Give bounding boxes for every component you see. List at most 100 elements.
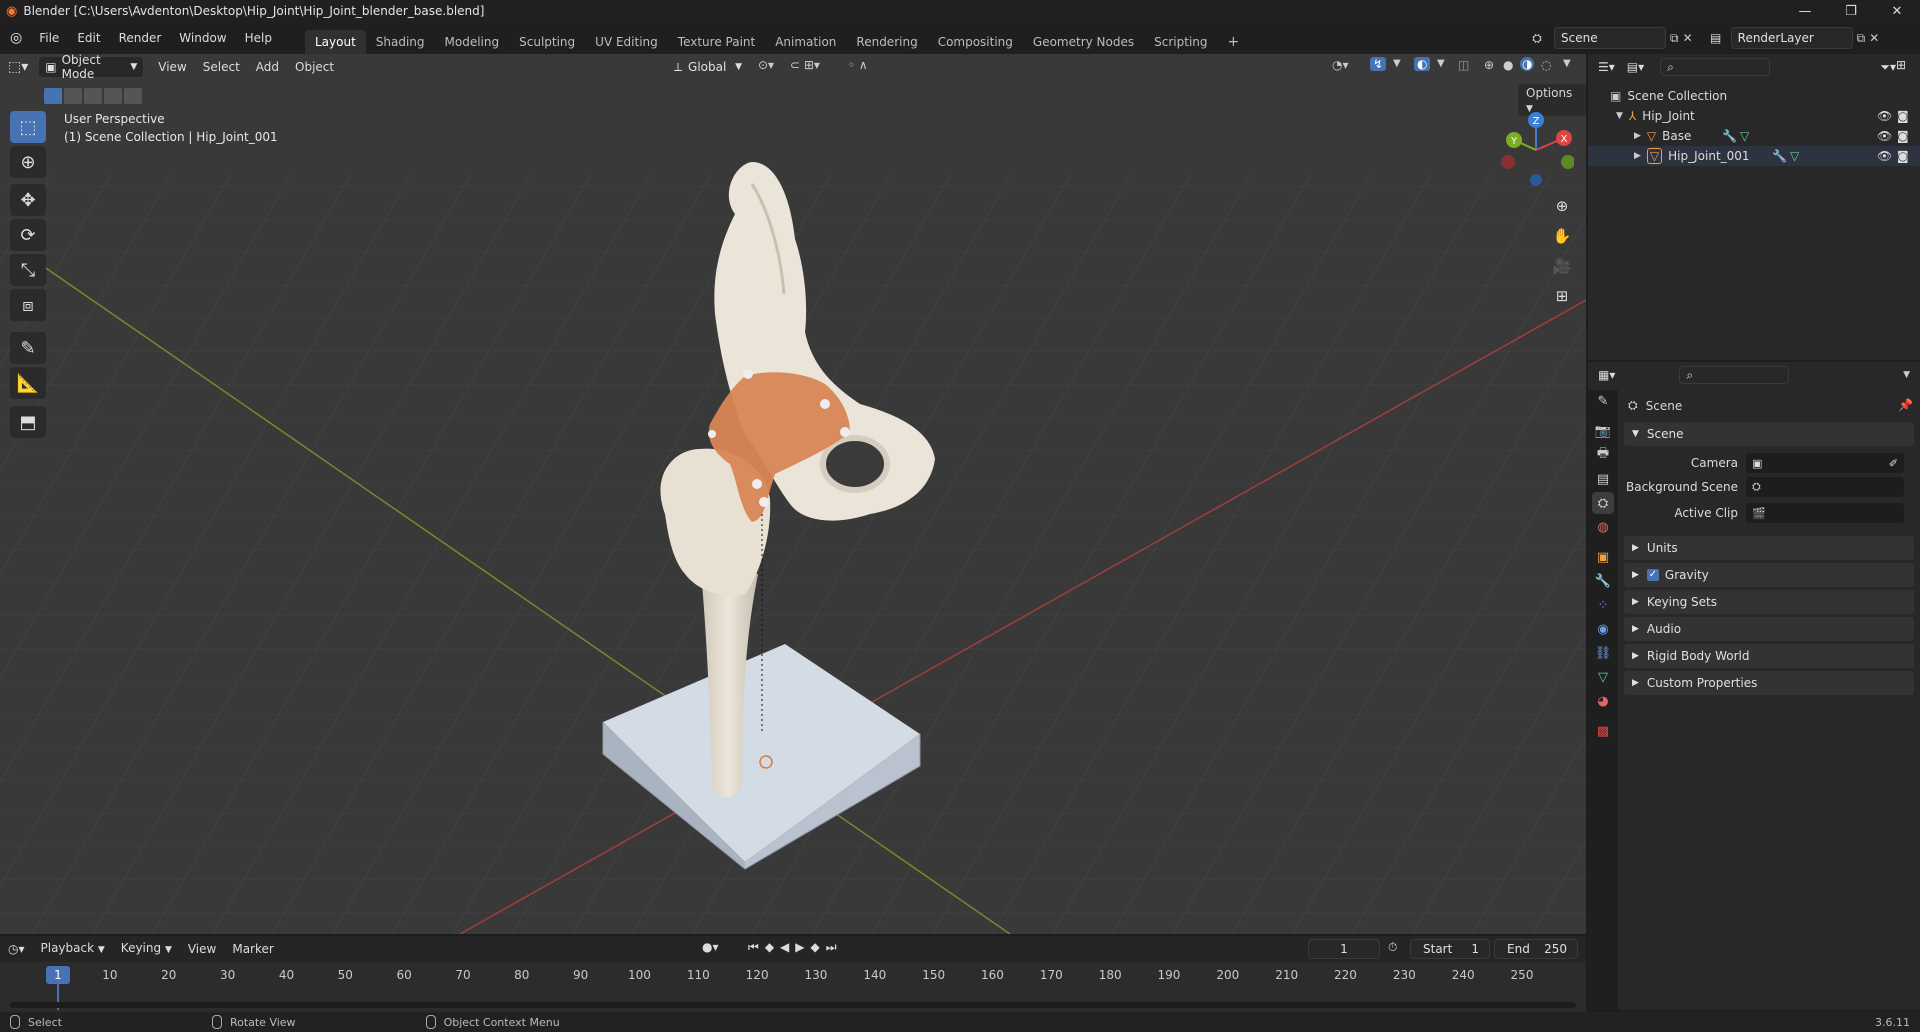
- wireframe-shading-icon[interactable]: ⊕: [1484, 58, 1494, 72]
- menu-add[interactable]: Add: [248, 54, 287, 80]
- tab-compositing[interactable]: Compositing: [928, 30, 1023, 54]
- outliner-editor-icon[interactable]: ☰▾: [1598, 60, 1615, 74]
- tab-sculpting[interactable]: Sculpting: [509, 30, 585, 54]
- current-frame-field[interactable]: 1: [1308, 939, 1380, 959]
- select-intersect-icon[interactable]: [124, 88, 142, 104]
- scene-icon[interactable]: ⛭: [1524, 31, 1550, 46]
- menu-edit[interactable]: Edit: [68, 22, 109, 54]
- close-button[interactable]: ✕: [1874, 0, 1920, 22]
- visibility-eye-icon[interactable]: 👁: [1877, 149, 1892, 163]
- snap-icon[interactable]: ⊂ ⊞▾: [790, 58, 820, 72]
- rendered-shading-icon[interactable]: ◌: [1541, 58, 1551, 72]
- rigid-body-world-panel-header[interactable]: ▶ Rigid Body World: [1624, 644, 1914, 668]
- render-tab-icon[interactable]: 📷: [1592, 420, 1614, 442]
- eyedropper-icon[interactable]: ✐: [1889, 457, 1898, 470]
- restore-button[interactable]: ❐: [1828, 0, 1874, 22]
- object-tab-icon[interactable]: ▣: [1592, 546, 1614, 568]
- tab-rendering[interactable]: Rendering: [846, 30, 927, 54]
- material-preview-icon[interactable]: ◑: [1520, 57, 1535, 71]
- particles-tab-icon[interactable]: ⁘: [1592, 594, 1614, 616]
- visibility-icon[interactable]: ◔▾: [1332, 58, 1349, 72]
- delete-view-layer-icon[interactable]: ✕: [1869, 31, 1879, 45]
- menu-object[interactable]: Object: [287, 54, 342, 80]
- texture-tab-icon[interactable]: ▩: [1592, 720, 1614, 742]
- scene-panel-header[interactable]: ▼ Scene: [1624, 422, 1914, 446]
- keying-sets-panel-header[interactable]: ▶ Keying Sets: [1624, 590, 1914, 614]
- menu-marker[interactable]: Marker: [224, 936, 281, 962]
- custom-properties-panel-header[interactable]: ▶ Custom Properties: [1624, 671, 1914, 695]
- scene-name-field[interactable]: Scene: [1554, 27, 1666, 49]
- new-collection-icon[interactable]: ⊞: [1896, 58, 1906, 72]
- playhead-frame-badge[interactable]: 1: [46, 966, 70, 984]
- mesh-data-icon[interactable]: ▽: [1790, 149, 1799, 163]
- menu-select[interactable]: Select: [195, 54, 248, 80]
- tab-geometry-nodes[interactable]: Geometry Nodes: [1023, 30, 1144, 54]
- navigation-gizmo[interactable]: Z X Y: [1498, 110, 1574, 186]
- scale-tool[interactable]: ⤡: [10, 254, 46, 286]
- menu-timeline-view[interactable]: View: [180, 936, 224, 962]
- perspective-toggle-icon[interactable]: ⊞: [1548, 282, 1576, 310]
- display-mode-icon[interactable]: ▤▾: [1627, 60, 1644, 74]
- render-camera-icon[interactable]: ◙: [1897, 149, 1909, 163]
- timeline-scrollbar[interactable]: [10, 1002, 1576, 1008]
- menu-help[interactable]: Help: [236, 22, 281, 54]
- next-keyframe-icon[interactable]: ◆: [811, 940, 826, 954]
- auto-keying-icon[interactable]: ●▾: [702, 940, 719, 954]
- 3d-viewport[interactable]: ⬚▾ ▣ Object Mode ▼ View Select Add Objec…: [0, 54, 1586, 934]
- zoom-icon[interactable]: ⊕: [1548, 192, 1576, 220]
- overlays-toggle-icon[interactable]: ◐: [1414, 57, 1431, 71]
- delete-scene-icon[interactable]: ✕: [1683, 31, 1693, 45]
- rotate-tool[interactable]: ⟳: [10, 219, 46, 251]
- menu-view[interactable]: View: [150, 54, 194, 80]
- tab-texture-paint[interactable]: Texture Paint: [668, 30, 765, 54]
- data-tab-icon[interactable]: ▽: [1592, 666, 1614, 688]
- chevron-down-icon[interactable]: ▼: [1393, 58, 1401, 69]
- play-icon[interactable]: ▶: [795, 940, 810, 954]
- select-box-tool[interactable]: ⬚: [10, 111, 46, 143]
- outliner-row-scene-collection[interactable]: ▣ Scene Collection: [1588, 86, 1920, 106]
- prev-keyframe-icon[interactable]: ◆: [765, 940, 780, 954]
- menu-file[interactable]: File: [30, 22, 68, 54]
- measure-tool[interactable]: 📐: [10, 367, 46, 399]
- modifier-tab-icon[interactable]: 🔧: [1592, 570, 1614, 592]
- blender-menu-icon[interactable]: ◎: [10, 30, 22, 46]
- chevron-down-icon[interactable]: ▼: [1437, 58, 1445, 69]
- active-clip-field[interactable]: 🎬: [1746, 503, 1904, 523]
- background-scene-field[interactable]: ⛭: [1746, 477, 1904, 497]
- view-layer-field[interactable]: RenderLayer: [1730, 27, 1853, 49]
- editor-type-icon[interactable]: ⬚▾: [0, 54, 36, 80]
- tab-animation[interactable]: Animation: [765, 30, 846, 54]
- outliner-search-input[interactable]: ⌕: [1660, 58, 1771, 76]
- play-reverse-icon[interactable]: ◀: [780, 940, 795, 954]
- gizmo-toggle-icon[interactable]: ↯: [1370, 57, 1387, 71]
- tab-shading[interactable]: Shading: [366, 30, 435, 54]
- tab-scripting[interactable]: Scripting: [1144, 30, 1217, 54]
- expand-arrow-icon[interactable]: ▶: [1634, 151, 1641, 161]
- modifier-wrench-icon[interactable]: 🔧: [1722, 129, 1737, 143]
- properties-search-input[interactable]: ⌕: [1679, 366, 1790, 384]
- camera-view-icon[interactable]: 🎥: [1548, 252, 1576, 280]
- outliner-row-base[interactable]: ▶ ▽ Base 🔧 ▽ 👁 ◙: [1588, 126, 1920, 146]
- tab-uv-editing[interactable]: UV Editing: [585, 30, 668, 54]
- audio-panel-header[interactable]: ▶ Audio: [1624, 617, 1914, 641]
- modifier-wrench-icon[interactable]: 🔧: [1772, 149, 1787, 163]
- xray-toggle-icon[interactable]: ◫: [1458, 58, 1469, 72]
- preview-range-icon[interactable]: ⏱: [1388, 940, 1397, 955]
- pin-icon[interactable]: 📌: [1898, 398, 1913, 412]
- menu-render[interactable]: Render: [110, 22, 171, 54]
- physics-tab-icon[interactable]: ◉: [1592, 618, 1614, 640]
- new-view-layer-icon[interactable]: ⧉: [1857, 31, 1866, 46]
- material-tab-icon[interactable]: ◕: [1592, 690, 1614, 712]
- visibility-eye-icon[interactable]: 👁: [1877, 109, 1892, 123]
- constraints-tab-icon[interactable]: ⛓: [1592, 642, 1614, 664]
- chevron-down-icon[interactable]: ▼: [1563, 58, 1571, 69]
- gravity-panel-header[interactable]: ▶ ✓ Gravity: [1624, 563, 1914, 587]
- timeline-editor-icon[interactable]: ◷▾: [0, 936, 33, 962]
- render-camera-icon[interactable]: ◙: [1897, 129, 1909, 143]
- transform-orientation-dropdown[interactable]: ⟂ Global ▼: [668, 56, 748, 78]
- view-layer-icon[interactable]: ▤: [1705, 31, 1727, 45]
- visibility-eye-icon[interactable]: 👁: [1877, 129, 1892, 143]
- menu-playback[interactable]: Playback ▼: [33, 935, 113, 963]
- start-frame-field[interactable]: Start 1: [1410, 939, 1490, 959]
- mesh-data-icon[interactable]: ▽: [1740, 129, 1749, 143]
